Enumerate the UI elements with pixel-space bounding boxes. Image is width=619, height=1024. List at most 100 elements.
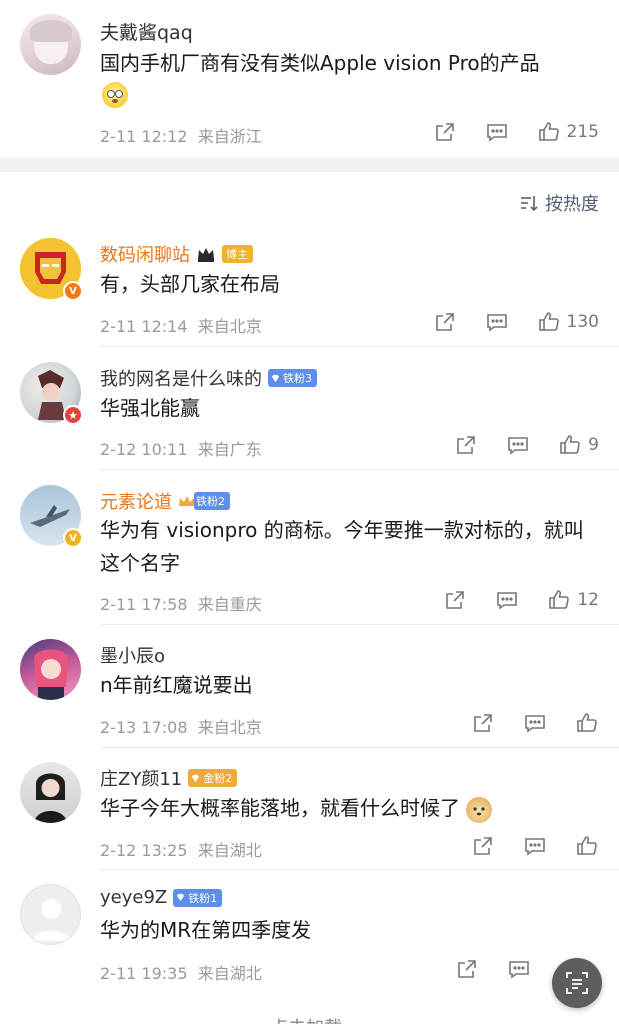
host-badge: 博主 (222, 245, 253, 263)
fan-badge: 铁粉1 (173, 888, 223, 907)
avatar[interactable] (20, 639, 81, 700)
comment-username[interactable]: yeye9Z 铁粉1 (100, 887, 223, 908)
diamond-icon (177, 893, 185, 902)
share-icon (435, 313, 454, 331)
username-text: 我的网名是什么味的 (100, 369, 262, 390)
username-text: 数码闲聊站 (100, 245, 190, 266)
share-button[interactable] (454, 433, 478, 457)
comment-text: 华为有 visionpro 的商标。今年要推一款对标的，就叫这个名字 (100, 518, 584, 575)
username-text: 庄ZY颜11 (100, 769, 183, 790)
anime-girl-avatar-icon (34, 649, 68, 700)
reply-button[interactable] (506, 433, 530, 457)
like-button[interactable] (575, 834, 599, 858)
avatar[interactable] (20, 14, 81, 75)
comment-text: 华为的MR在第四季度发 (100, 918, 312, 942)
thumbs-up-icon (560, 435, 580, 454)
divider (100, 747, 619, 748)
reply-button[interactable] (507, 957, 531, 981)
like-button[interactable]: 9 (558, 433, 599, 457)
share-button[interactable] (471, 711, 495, 735)
comment-icon (508, 437, 528, 455)
comment-actions: 9 (454, 433, 599, 457)
username-text: 元素论道 (100, 492, 172, 513)
like-button[interactable]: 130 (537, 310, 599, 334)
post-time: 2-11 12:12 (100, 127, 188, 146)
comment-time: 2-12 13:25 (100, 841, 188, 860)
post-username[interactable]: 夫戴酱qaq (100, 18, 193, 45)
comment-actions: 12 (443, 588, 599, 612)
comment-location: 来自湖北 (197, 964, 262, 983)
share-button[interactable] (443, 588, 467, 612)
sort-label: 按热度 (545, 194, 599, 215)
divider (100, 346, 619, 347)
like-button[interactable]: 215 (537, 120, 599, 144)
original-post: 夫戴酱qaq 国内手机厂商有没有类似Apple vision Pro的产品 2-… (0, 0, 619, 158)
share-button[interactable] (433, 310, 457, 334)
diamond-icon (271, 374, 280, 382)
sort-icon (521, 196, 538, 212)
post-location: 来自浙江 (197, 127, 262, 146)
diamond-icon (192, 774, 200, 782)
reply-button[interactable] (523, 834, 547, 858)
text-recognize-icon (566, 972, 588, 994)
comment-location: 来自广东 (197, 440, 262, 459)
red-star-badge: ★ (63, 405, 83, 425)
divider (100, 869, 619, 870)
share-button[interactable] (455, 957, 479, 981)
thumbs-up-icon (538, 122, 559, 141)
comment-button[interactable] (485, 120, 509, 144)
post-meta: 2-11 12:12 来自浙江 (100, 123, 262, 147)
fan-badge-label: 铁粉1 (188, 891, 218, 905)
like-button[interactable] (575, 711, 599, 735)
comment-icon (525, 838, 545, 856)
orange-v-badge: V (63, 281, 83, 301)
comment-text-content: 华子今年大概率能落地，就看什么时候了 (100, 796, 460, 820)
comment-actions (471, 711, 599, 735)
doge-emoji (466, 796, 493, 823)
share-icon (474, 837, 492, 855)
comment-text: n年前红魔说要出 (100, 673, 253, 697)
avatar[interactable] (20, 762, 81, 823)
post-text: 国内手机厂商有没有类似Apple vision Pro的产品 (100, 47, 595, 80)
divider (100, 469, 619, 470)
like-count: 215 (566, 122, 599, 142)
comment-username[interactable]: 庄ZY颜11 金粉2 (100, 765, 238, 791)
comment-icon (497, 592, 518, 610)
share-icon (435, 123, 454, 141)
comment-location: 来自湖北 (197, 841, 262, 860)
comment-icon (486, 124, 507, 142)
comment-time: 2-11 19:35 (100, 964, 188, 983)
comment-meta: 2-11 19:35 来自湖北 (100, 960, 262, 984)
section-divider (0, 158, 619, 172)
fan-badge-label: 铁粉2 (196, 495, 225, 508)
share-button[interactable] (471, 834, 495, 858)
fan-badge: 铁粉2 (194, 492, 230, 510)
comment-actions (455, 957, 531, 981)
reply-button[interactable] (485, 310, 509, 334)
gold-v-badge: V (63, 528, 83, 548)
comment-username[interactable]: 元素论道 铁粉2 (100, 488, 230, 514)
comment-time: 2-13 17:08 (100, 718, 188, 737)
comment-username[interactable]: 墨小辰o (100, 642, 165, 668)
reply-button[interactable] (495, 588, 519, 612)
sort-toggle[interactable]: 按热度 (519, 190, 599, 216)
woman-portrait-avatar-icon (34, 773, 67, 823)
reply-button[interactable] (523, 711, 547, 735)
comment-username[interactable]: 我的网名是什么味的 铁粉3 (100, 365, 317, 391)
like-button[interactable]: 12 (547, 588, 599, 612)
comment-username[interactable]: 数码闲聊站 博主 (100, 241, 253, 267)
floating-comment-button[interactable] (552, 958, 602, 1008)
like-count: 9 (588, 435, 599, 455)
dizzy-face-emoji (102, 82, 128, 108)
post-actions: 215 (433, 120, 599, 144)
comment-text: 华强北能赢 (100, 396, 200, 420)
comment-icon (509, 961, 529, 979)
load-more-text[interactable]: 点击加载 (270, 1014, 342, 1024)
comment-meta: 2-11 17:58 来自重庆 (100, 591, 262, 615)
comment-icon (486, 314, 507, 332)
share-button[interactable] (433, 120, 457, 144)
fan-badge-label: 铁粉3 (283, 372, 312, 385)
avatar[interactable] (20, 884, 81, 945)
comment-location: 来自重庆 (197, 595, 262, 614)
fan-badge-label: 金粉2 (203, 772, 233, 785)
